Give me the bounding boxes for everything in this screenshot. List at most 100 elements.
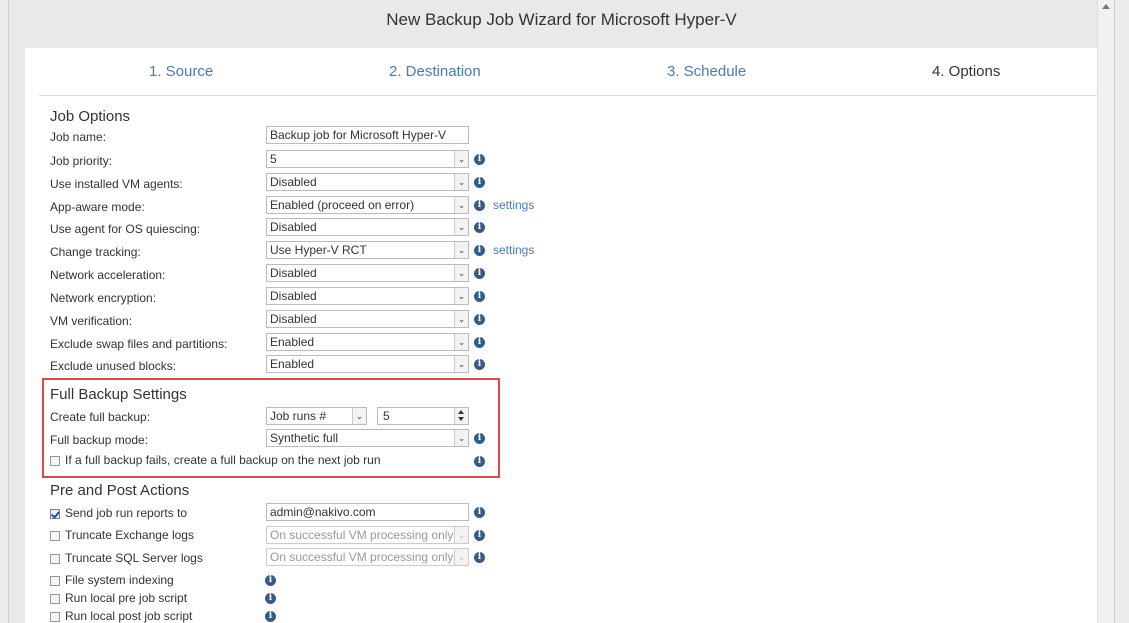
spinner-up-icon[interactable] bbox=[458, 410, 464, 414]
full-backup-fail-label: If a full backup fails, create a full ba… bbox=[65, 453, 381, 467]
step-destination[interactable]: 2. Destination bbox=[389, 63, 481, 80]
chevron-down-icon: ⌄ bbox=[454, 430, 468, 446]
change-tracking-settings-link[interactable]: settings bbox=[493, 243, 534, 257]
info-icon[interactable]: i bbox=[265, 611, 276, 622]
vertical-scrollbar[interactable] bbox=[1097, 0, 1114, 623]
info-icon[interactable]: i bbox=[474, 337, 485, 348]
full-mode-value: Synthetic full bbox=[270, 431, 339, 445]
full-backup-fail-checkbox[interactable] bbox=[50, 456, 60, 466]
change-tracking-value: Use Hyper-V RCT bbox=[270, 243, 367, 257]
exclude-swap-value: Enabled bbox=[270, 335, 315, 349]
job-priority-value: 5 bbox=[270, 152, 277, 166]
full-mode-label: Full backup mode: bbox=[50, 433, 149, 447]
truncate-exchange-label: Truncate Exchange logs bbox=[65, 528, 194, 542]
truncate-exchange-select[interactable]: On successful VM processing only ⌄ bbox=[266, 526, 469, 544]
chevron-down-icon: ⌄ bbox=[454, 219, 468, 235]
net-acceleration-label: Network acceleration: bbox=[50, 268, 166, 282]
info-icon[interactable]: i bbox=[474, 456, 485, 467]
truncate-exchange-value: On successful VM processing only bbox=[270, 528, 454, 542]
chevron-down-icon: ⌄ bbox=[454, 356, 468, 372]
change-tracking-label: Change tracking: bbox=[50, 245, 141, 259]
app-aware-value: Enabled (proceed on error) bbox=[270, 198, 415, 212]
wizard-steps: 1. Source 2. Destination 3. Schedule 4. … bbox=[39, 48, 1097, 96]
full-backup-title: Full Backup Settings bbox=[50, 386, 187, 403]
chevron-down-icon: ⌄ bbox=[454, 174, 468, 190]
info-icon[interactable]: i bbox=[474, 507, 485, 518]
job-priority-select[interactable]: 5 ⌄ bbox=[266, 150, 469, 168]
exclude-unused-label: Exclude unused blocks: bbox=[50, 359, 177, 373]
full-backup-count-value: 5 bbox=[383, 409, 390, 423]
wizard-title: New Backup Job Wizard for Microsoft Hype… bbox=[386, 10, 737, 29]
truncate-sql-label: Truncate SQL Server logs bbox=[65, 551, 203, 565]
info-icon[interactable]: i bbox=[265, 575, 276, 586]
net-encryption-label: Network encryption: bbox=[50, 291, 157, 305]
chevron-down-icon: ⌄ bbox=[454, 288, 468, 304]
info-icon[interactable]: i bbox=[474, 433, 485, 444]
info-icon[interactable]: i bbox=[474, 222, 485, 233]
vm-verification-label: VM verification: bbox=[50, 314, 133, 328]
net-acceleration-value: Disabled bbox=[270, 266, 317, 280]
vm-verification-value: Disabled bbox=[270, 312, 317, 326]
job-options-title: Job Options bbox=[50, 108, 131, 125]
change-tracking-select[interactable]: Use Hyper-V RCT ⌄ bbox=[266, 241, 469, 259]
os-quiescing-label: Use agent for OS quiescing: bbox=[50, 222, 201, 236]
truncate-sql-checkbox[interactable] bbox=[50, 554, 60, 564]
spinner-buttons[interactable] bbox=[454, 408, 468, 424]
create-full-value: Job runs # bbox=[270, 409, 327, 423]
net-encryption-value: Disabled bbox=[270, 289, 317, 303]
os-quiescing-value: Disabled bbox=[270, 220, 317, 234]
chevron-down-icon: ⌄ bbox=[454, 151, 468, 167]
info-icon[interactable]: i bbox=[474, 530, 485, 541]
chevron-down-icon: ⌄ bbox=[454, 265, 468, 281]
exclude-unused-value: Enabled bbox=[270, 357, 315, 371]
info-icon[interactable]: i bbox=[474, 177, 485, 188]
full-mode-select[interactable]: Synthetic full ⌄ bbox=[266, 429, 469, 447]
info-icon[interactable]: i bbox=[474, 359, 485, 370]
wizard-window: New Backup Job Wizard for Microsoft Hype… bbox=[8, 0, 1115, 623]
chevron-down-icon: ⌄ bbox=[454, 527, 468, 543]
chevron-down-icon: ⌄ bbox=[352, 408, 366, 424]
exclude-swap-select[interactable]: Enabled ⌄ bbox=[266, 333, 469, 351]
vm-agents-label: Use installed VM agents: bbox=[50, 177, 183, 191]
exclude-swap-label: Exclude swap files and partitions: bbox=[50, 337, 228, 351]
info-icon[interactable]: i bbox=[474, 200, 485, 211]
app-aware-select[interactable]: Enabled (proceed on error) ⌄ bbox=[266, 196, 469, 214]
chevron-down-icon: ⌄ bbox=[454, 549, 468, 565]
info-icon[interactable]: i bbox=[474, 268, 485, 279]
spinner-down-icon[interactable] bbox=[458, 417, 464, 421]
info-icon[interactable]: i bbox=[474, 314, 485, 325]
info-icon[interactable]: i bbox=[474, 291, 485, 302]
step-options[interactable]: 4. Options bbox=[932, 63, 1000, 80]
send-reports-label: Send job run reports to bbox=[65, 506, 188, 520]
create-full-select[interactable]: Job runs # ⌄ bbox=[266, 407, 367, 425]
info-icon[interactable]: i bbox=[265, 593, 276, 604]
app-aware-settings-link[interactable]: settings bbox=[493, 198, 534, 212]
send-reports-checkbox[interactable] bbox=[50, 509, 60, 519]
truncate-sql-select[interactable]: On successful VM processing only ⌄ bbox=[266, 548, 469, 566]
step-source[interactable]: 1. Source bbox=[149, 63, 213, 80]
wizard-panel: 1. Source 2. Destination 3. Schedule 4. … bbox=[25, 48, 1098, 623]
chevron-down-icon: ⌄ bbox=[454, 197, 468, 213]
exclude-unused-select[interactable]: Enabled ⌄ bbox=[266, 355, 469, 373]
info-icon[interactable]: i bbox=[474, 245, 485, 256]
net-acceleration-select[interactable]: Disabled ⌄ bbox=[266, 264, 469, 282]
scroll-up-icon[interactable] bbox=[1102, 4, 1110, 9]
info-icon[interactable]: i bbox=[474, 154, 485, 165]
post-script-checkbox[interactable] bbox=[50, 612, 60, 622]
info-icon[interactable]: i bbox=[474, 552, 485, 563]
vm-verification-select[interactable]: Disabled ⌄ bbox=[266, 310, 469, 328]
pre-script-checkbox[interactable] bbox=[50, 594, 60, 604]
os-quiescing-select[interactable]: Disabled ⌄ bbox=[266, 218, 469, 236]
full-backup-count-stepper[interactable]: 5 bbox=[377, 407, 469, 425]
truncate-sql-value: On successful VM processing only bbox=[270, 550, 454, 564]
step-schedule[interactable]: 3. Schedule bbox=[667, 63, 746, 80]
fs-indexing-checkbox[interactable] bbox=[50, 576, 60, 586]
truncate-exchange-checkbox[interactable] bbox=[50, 531, 60, 541]
report-email-input[interactable]: admin@nakivo.com bbox=[266, 503, 469, 521]
post-script-label: Run local post job script bbox=[65, 609, 193, 623]
net-encryption-select[interactable]: Disabled ⌄ bbox=[266, 287, 469, 305]
create-full-label: Create full backup: bbox=[50, 410, 151, 424]
job-name-input[interactable]: Backup job for Microsoft Hyper-V bbox=[266, 126, 469, 144]
vm-agents-value: Disabled bbox=[270, 175, 317, 189]
vm-agents-select[interactable]: Disabled ⌄ bbox=[266, 173, 469, 191]
